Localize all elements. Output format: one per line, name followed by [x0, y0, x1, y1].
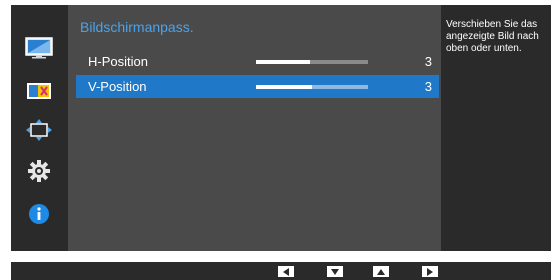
right-arrow-icon[interactable] [422, 266, 438, 277]
menu-item-label: H-Position [88, 54, 148, 69]
help-text: Verschieben Sie das angezeigte Bild nach… [446, 19, 539, 54]
size-position-icon[interactable] [24, 118, 54, 142]
settings-menu-panel: Bildschirmanpass. H-Position 3 V-Positio… [68, 5, 441, 251]
menu-item-h-position[interactable]: H-Position 3 [76, 50, 439, 73]
navigation-bar [11, 262, 551, 280]
left-arrow-icon[interactable] [278, 266, 294, 277]
v-position-slider-fill [256, 85, 312, 89]
v-position-slider[interactable] [256, 85, 368, 89]
h-position-slider[interactable] [256, 60, 368, 64]
menu-item-value: 3 [424, 79, 432, 94]
down-arrow-icon[interactable] [327, 266, 343, 277]
info-icon[interactable] [24, 202, 54, 226]
menu-item-v-position[interactable]: V-Position 3 [76, 75, 439, 98]
menu-item-label: V-Position [88, 79, 147, 94]
up-arrow-icon[interactable] [373, 266, 389, 277]
h-position-slider-fill [256, 60, 310, 64]
color-icon[interactable] [24, 79, 54, 103]
picture-icon[interactable] [24, 36, 54, 60]
settings-gear-icon[interactable] [24, 159, 54, 183]
menu-item-value: 3 [424, 54, 432, 69]
osd-window: Bildschirmanpass. H-Position 3 V-Positio… [11, 5, 551, 251]
osd-sidebar [11, 5, 68, 251]
menu-title: Bildschirmanpass. [80, 19, 194, 35]
help-panel: Verschieben Sie das angezeigte Bild nach… [441, 5, 551, 251]
